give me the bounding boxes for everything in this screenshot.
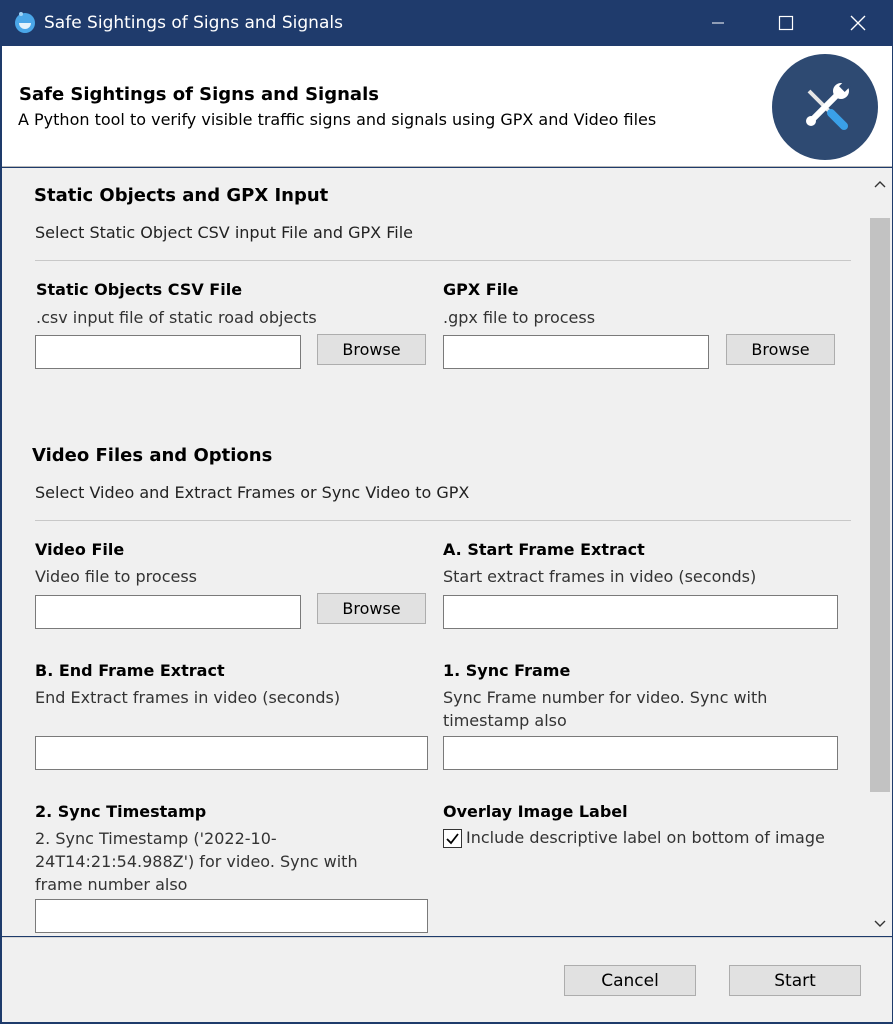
header-title: Safe Sightings of Signs and Signals xyxy=(19,84,379,105)
scrollbar-thumb[interactable] xyxy=(870,218,890,792)
chevron-up-icon xyxy=(874,181,886,188)
section-desc-video: Select Video and Extract Frames or Sync … xyxy=(35,483,470,502)
scroll-up-button[interactable] xyxy=(870,174,890,194)
video-file-input[interactable] xyxy=(35,595,301,629)
gpx-file-input[interactable] xyxy=(443,335,709,369)
start-frame-label: A. Start Frame Extract xyxy=(443,540,645,559)
gpx-file-help: .gpx file to process xyxy=(443,308,596,327)
app-logo-icon xyxy=(13,10,37,34)
csv-file-label: Static Objects CSV File xyxy=(36,280,243,299)
header-banner: Safe Sightings of Signs and Signals A Py… xyxy=(2,46,892,167)
section-divider xyxy=(35,520,851,521)
video-browse-button[interactable]: Browse xyxy=(317,593,426,624)
window-title: Safe Sightings of Signs and Signals xyxy=(44,13,343,33)
maximize-button[interactable] xyxy=(753,0,819,46)
app-window: Safe Sightings of Signs and Signals Safe… xyxy=(0,0,893,1024)
wrench-screwdriver-icon xyxy=(772,54,878,160)
scroll-down-button[interactable] xyxy=(870,914,890,934)
end-frame-help: End Extract frames in video (seconds) xyxy=(35,688,341,707)
section-desc-static: Select Static Object CSV input File and … xyxy=(35,223,413,242)
close-icon xyxy=(850,15,866,31)
close-button[interactable] xyxy=(825,0,891,46)
header-subtitle: A Python tool to verify visible traffic … xyxy=(18,110,657,129)
end-frame-label: B. End Frame Extract xyxy=(35,661,225,680)
sync-frame-label: 1. Sync Frame xyxy=(443,661,571,680)
sync-timestamp-input[interactable] xyxy=(35,899,428,933)
start-frame-help: Start extract frames in video (seconds) xyxy=(443,567,757,586)
start-frame-input[interactable] xyxy=(443,595,838,629)
minimize-icon xyxy=(712,22,724,24)
section-title-video: Video Files and Options xyxy=(32,445,273,466)
video-file-label: Video File xyxy=(35,540,125,559)
checkmark-icon xyxy=(446,833,459,845)
section-title-static: Static Objects and GPX Input xyxy=(34,185,329,206)
sync-frame-input[interactable] xyxy=(443,736,838,770)
form-content: Static Objects and GPX Input Select Stat… xyxy=(2,168,892,936)
title-bar: Safe Sightings of Signs and Signals xyxy=(0,0,893,46)
cancel-button[interactable]: Cancel xyxy=(564,965,696,996)
sync-timestamp-label: 2. Sync Timestamp xyxy=(35,802,207,821)
gpx-file-label: GPX File xyxy=(443,280,519,299)
end-frame-input[interactable] xyxy=(35,736,428,770)
sync-frame-help: Sync Frame number for video. Sync with t… xyxy=(443,688,768,730)
maximize-icon xyxy=(778,15,794,31)
csv-browse-button[interactable]: Browse xyxy=(317,334,426,365)
overlay-label: Overlay Image Label xyxy=(443,802,628,821)
overlay-checkbox-label: Include descriptive label on bottom of i… xyxy=(466,828,825,847)
dialog-footer: Cancel Start xyxy=(2,937,892,1022)
gpx-browse-button[interactable]: Browse xyxy=(726,334,835,365)
section-divider xyxy=(35,260,851,261)
csv-file-input[interactable] xyxy=(35,335,301,369)
csv-file-help: .csv input file of static road objects xyxy=(36,308,317,327)
start-button[interactable]: Start xyxy=(729,965,861,996)
minimize-button[interactable] xyxy=(685,0,751,46)
overlay-checkbox[interactable] xyxy=(443,829,462,848)
video-file-help: Video file to process xyxy=(35,567,197,586)
chevron-down-icon xyxy=(874,920,886,927)
sync-timestamp-help: 2. Sync Timestamp ('2022-10-24T14:21:54.… xyxy=(35,829,358,894)
